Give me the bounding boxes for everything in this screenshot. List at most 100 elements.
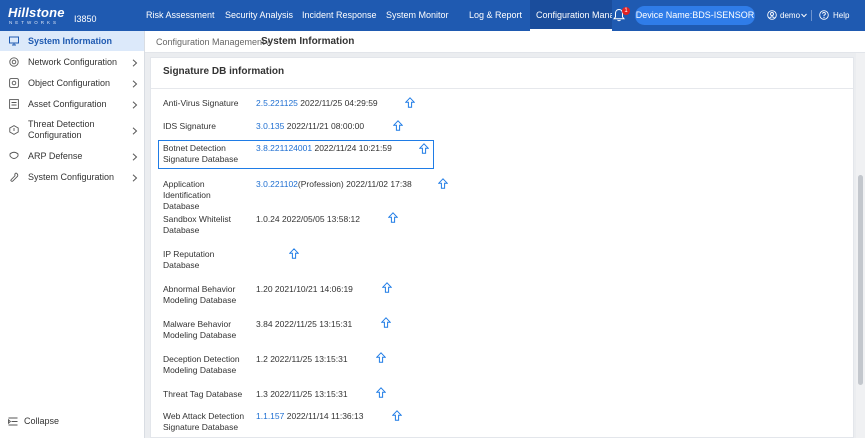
signature-value: 1.2 2022/11/25 13:15:31 — [256, 354, 348, 364]
chevron-right-icon — [132, 101, 138, 109]
wrench-icon — [10, 172, 19, 182]
signature-label: Malware Behavior Modeling Database — [163, 319, 237, 340]
nav-security-analysis[interactable]: Security Analysis — [225, 0, 293, 31]
signature-version-link[interactable]: 3.0.221102 — [256, 179, 298, 189]
globe-icon — [9, 57, 19, 67]
breadcrumb-parent[interactable]: Configuration Management / — [156, 37, 270, 47]
signature-label: IP Reputation Database — [163, 249, 215, 270]
device-model: I3850 — [74, 14, 97, 24]
signature-db-card: Signature DB information Anti-Virus Sign… — [150, 57, 854, 438]
threat-icon — [9, 125, 19, 135]
upgrade-arrow-icon[interactable] — [405, 97, 415, 108]
sidebar-item-system-configuration[interactable]: System Configuration — [0, 168, 144, 188]
signature-label: Threat Tag Database — [163, 389, 243, 399]
signature-version-link[interactable]: 3.0.135 — [256, 121, 284, 131]
nav-configuration-management[interactable]: Configuration Manag — [530, 0, 612, 31]
sidebar-item-label: ARP Defense — [28, 151, 83, 161]
signature-version: 1.2 — [256, 354, 268, 364]
signature-value: 3.0.221102(Profession) 2022/11/02 17:38 — [256, 179, 412, 189]
user-name: demo — [780, 11, 801, 20]
botnet-row-highlight — [158, 140, 434, 169]
notification-badge: 1 — [622, 7, 630, 15]
nav-system-monitor[interactable]: System Monitor — [386, 0, 449, 31]
nav-incident-response[interactable]: Incident Response — [302, 0, 377, 31]
upgrade-arrow-icon[interactable] — [381, 317, 391, 328]
signature-date: 2021/10/21 14:06:19 — [274, 284, 353, 294]
hillstone-logo[interactable]: Hillstone NETWORKS I3850 — [8, 5, 143, 27]
collapse-label: Collapse — [24, 416, 60, 426]
device-name-pill[interactable]: Device Name:BDS-ISENSOR — [635, 6, 755, 25]
signature-label: Abnormal Behavior Modeling Database — [163, 284, 237, 305]
signature-date: 2022/11/25 04:29:59 — [300, 98, 378, 108]
breadcrumb: Configuration Management / System Inform… — [145, 31, 865, 53]
signature-version: 1.0.24 — [256, 214, 280, 224]
signature-version-link[interactable]: 2.5.221125 — [256, 98, 298, 108]
sidebar-item-label: Threat Detection Configuration — [28, 119, 95, 140]
signature-label: IDS Signature — [163, 121, 216, 131]
sidebar: System Information Network Configuration… — [0, 31, 145, 438]
logo-subtitle: NETWORKS — [9, 20, 60, 25]
signature-version: 1.3 — [256, 389, 268, 399]
upgrade-arrow-icon[interactable] — [376, 387, 386, 398]
signature-value: 3.0.135 2022/11/21 08:00:00 — [256, 121, 364, 131]
sidebar-item-asset-configuration[interactable]: Asset Configuration — [0, 95, 144, 115]
nav-risk-assessment[interactable]: Risk Assessment — [146, 0, 215, 31]
page-title: System Information — [261, 36, 355, 47]
signature-date: 2022/11/25 13:15:31 — [270, 354, 348, 364]
signature-value: 2.5.221125 2022/11/25 04:29:59 — [256, 98, 378, 108]
chevron-right-icon — [132, 174, 138, 182]
upgrade-arrow-icon[interactable] — [376, 352, 386, 363]
sidebar-item-object-configuration[interactable]: Object Configuration — [0, 74, 144, 94]
logo-name: Hillstone — [8, 5, 65, 20]
signature-value: 1.3 2022/11/25 13:15:31 — [256, 389, 348, 399]
chevron-right-icon — [132, 127, 138, 135]
signature-value: 1.0.24 2022/05/05 13:58:12 — [256, 214, 360, 224]
divider — [151, 88, 853, 89]
signature-version-link[interactable]: 1.1.157 — [256, 411, 284, 421]
sidebar-item-system-information[interactable]: System Information — [0, 31, 144, 51]
display-icon — [9, 36, 19, 46]
signature-label: Web Attack Detection Signature Database — [163, 411, 245, 432]
upgrade-arrow-icon[interactable] — [289, 248, 299, 259]
signature-value: 1.20 2021/10/21 14:06:19 — [256, 284, 353, 294]
top-navigation-bar: Hillstone NETWORKS I3850 Risk Assessment… — [0, 0, 865, 31]
top-divider — [811, 10, 812, 21]
sidebar-item-threat-detection-configuration[interactable]: Threat Detection Configuration — [0, 117, 144, 144]
sidebar-item-label: Object Configuration — [28, 78, 111, 88]
sidebar-item-arp-defense[interactable]: ARP Defense — [0, 147, 144, 167]
signature-value: 1.1.157 2022/11/14 11:36:13 — [256, 411, 363, 421]
section-title: Signature DB information — [163, 66, 285, 77]
sidebar-item-network-configuration[interactable]: Network Configuration — [0, 53, 144, 73]
signature-date: 2022/11/02 17:38 — [346, 179, 412, 189]
nav-log-report[interactable]: Log & Report — [469, 0, 522, 31]
upgrade-arrow-icon[interactable] — [419, 143, 429, 154]
upgrade-arrow-icon[interactable] — [393, 120, 403, 131]
help-label: Help — [833, 11, 850, 20]
signature-date: 2022/05/05 13:58:12 — [282, 214, 361, 224]
sidebar-item-label: Asset Configuration — [28, 99, 107, 109]
upgrade-arrow-icon[interactable] — [382, 282, 392, 293]
upgrade-arrow-icon[interactable] — [438, 178, 448, 189]
collapse-icon — [8, 417, 18, 426]
chevron-right-icon — [132, 153, 138, 161]
sidebar-item-label: System Configuration — [28, 172, 115, 182]
object-icon — [9, 78, 19, 88]
signature-value: 3.84 2022/11/25 13:15:31 — [256, 319, 352, 329]
sidebar-item-label: System Information — [28, 36, 113, 46]
upgrade-arrow-icon[interactable] — [392, 410, 402, 421]
signature-label: Application Identification Database — [163, 179, 211, 211]
scrollbar-thumb[interactable] — [858, 175, 863, 385]
signature-date: 2022/11/14 11:36:13 — [286, 411, 364, 421]
upgrade-arrow-icon[interactable] — [388, 212, 398, 223]
signature-version: 3.84 — [256, 319, 273, 329]
chevron-right-icon — [132, 80, 138, 88]
signature-label: Anti-Virus Signature — [163, 98, 239, 108]
asset-icon — [9, 99, 19, 109]
signature-date: 2022/11/25 13:15:31 — [274, 319, 353, 329]
signature-date: 2022/11/21 08:00:00 — [286, 121, 365, 131]
help-icon — [819, 10, 829, 20]
signature-label: Sandbox Whitelist Database — [163, 214, 232, 235]
user-icon — [767, 10, 777, 20]
chevron-right-icon — [132, 59, 138, 67]
signature-label: Deception Detection Modeling Database — [163, 354, 240, 375]
